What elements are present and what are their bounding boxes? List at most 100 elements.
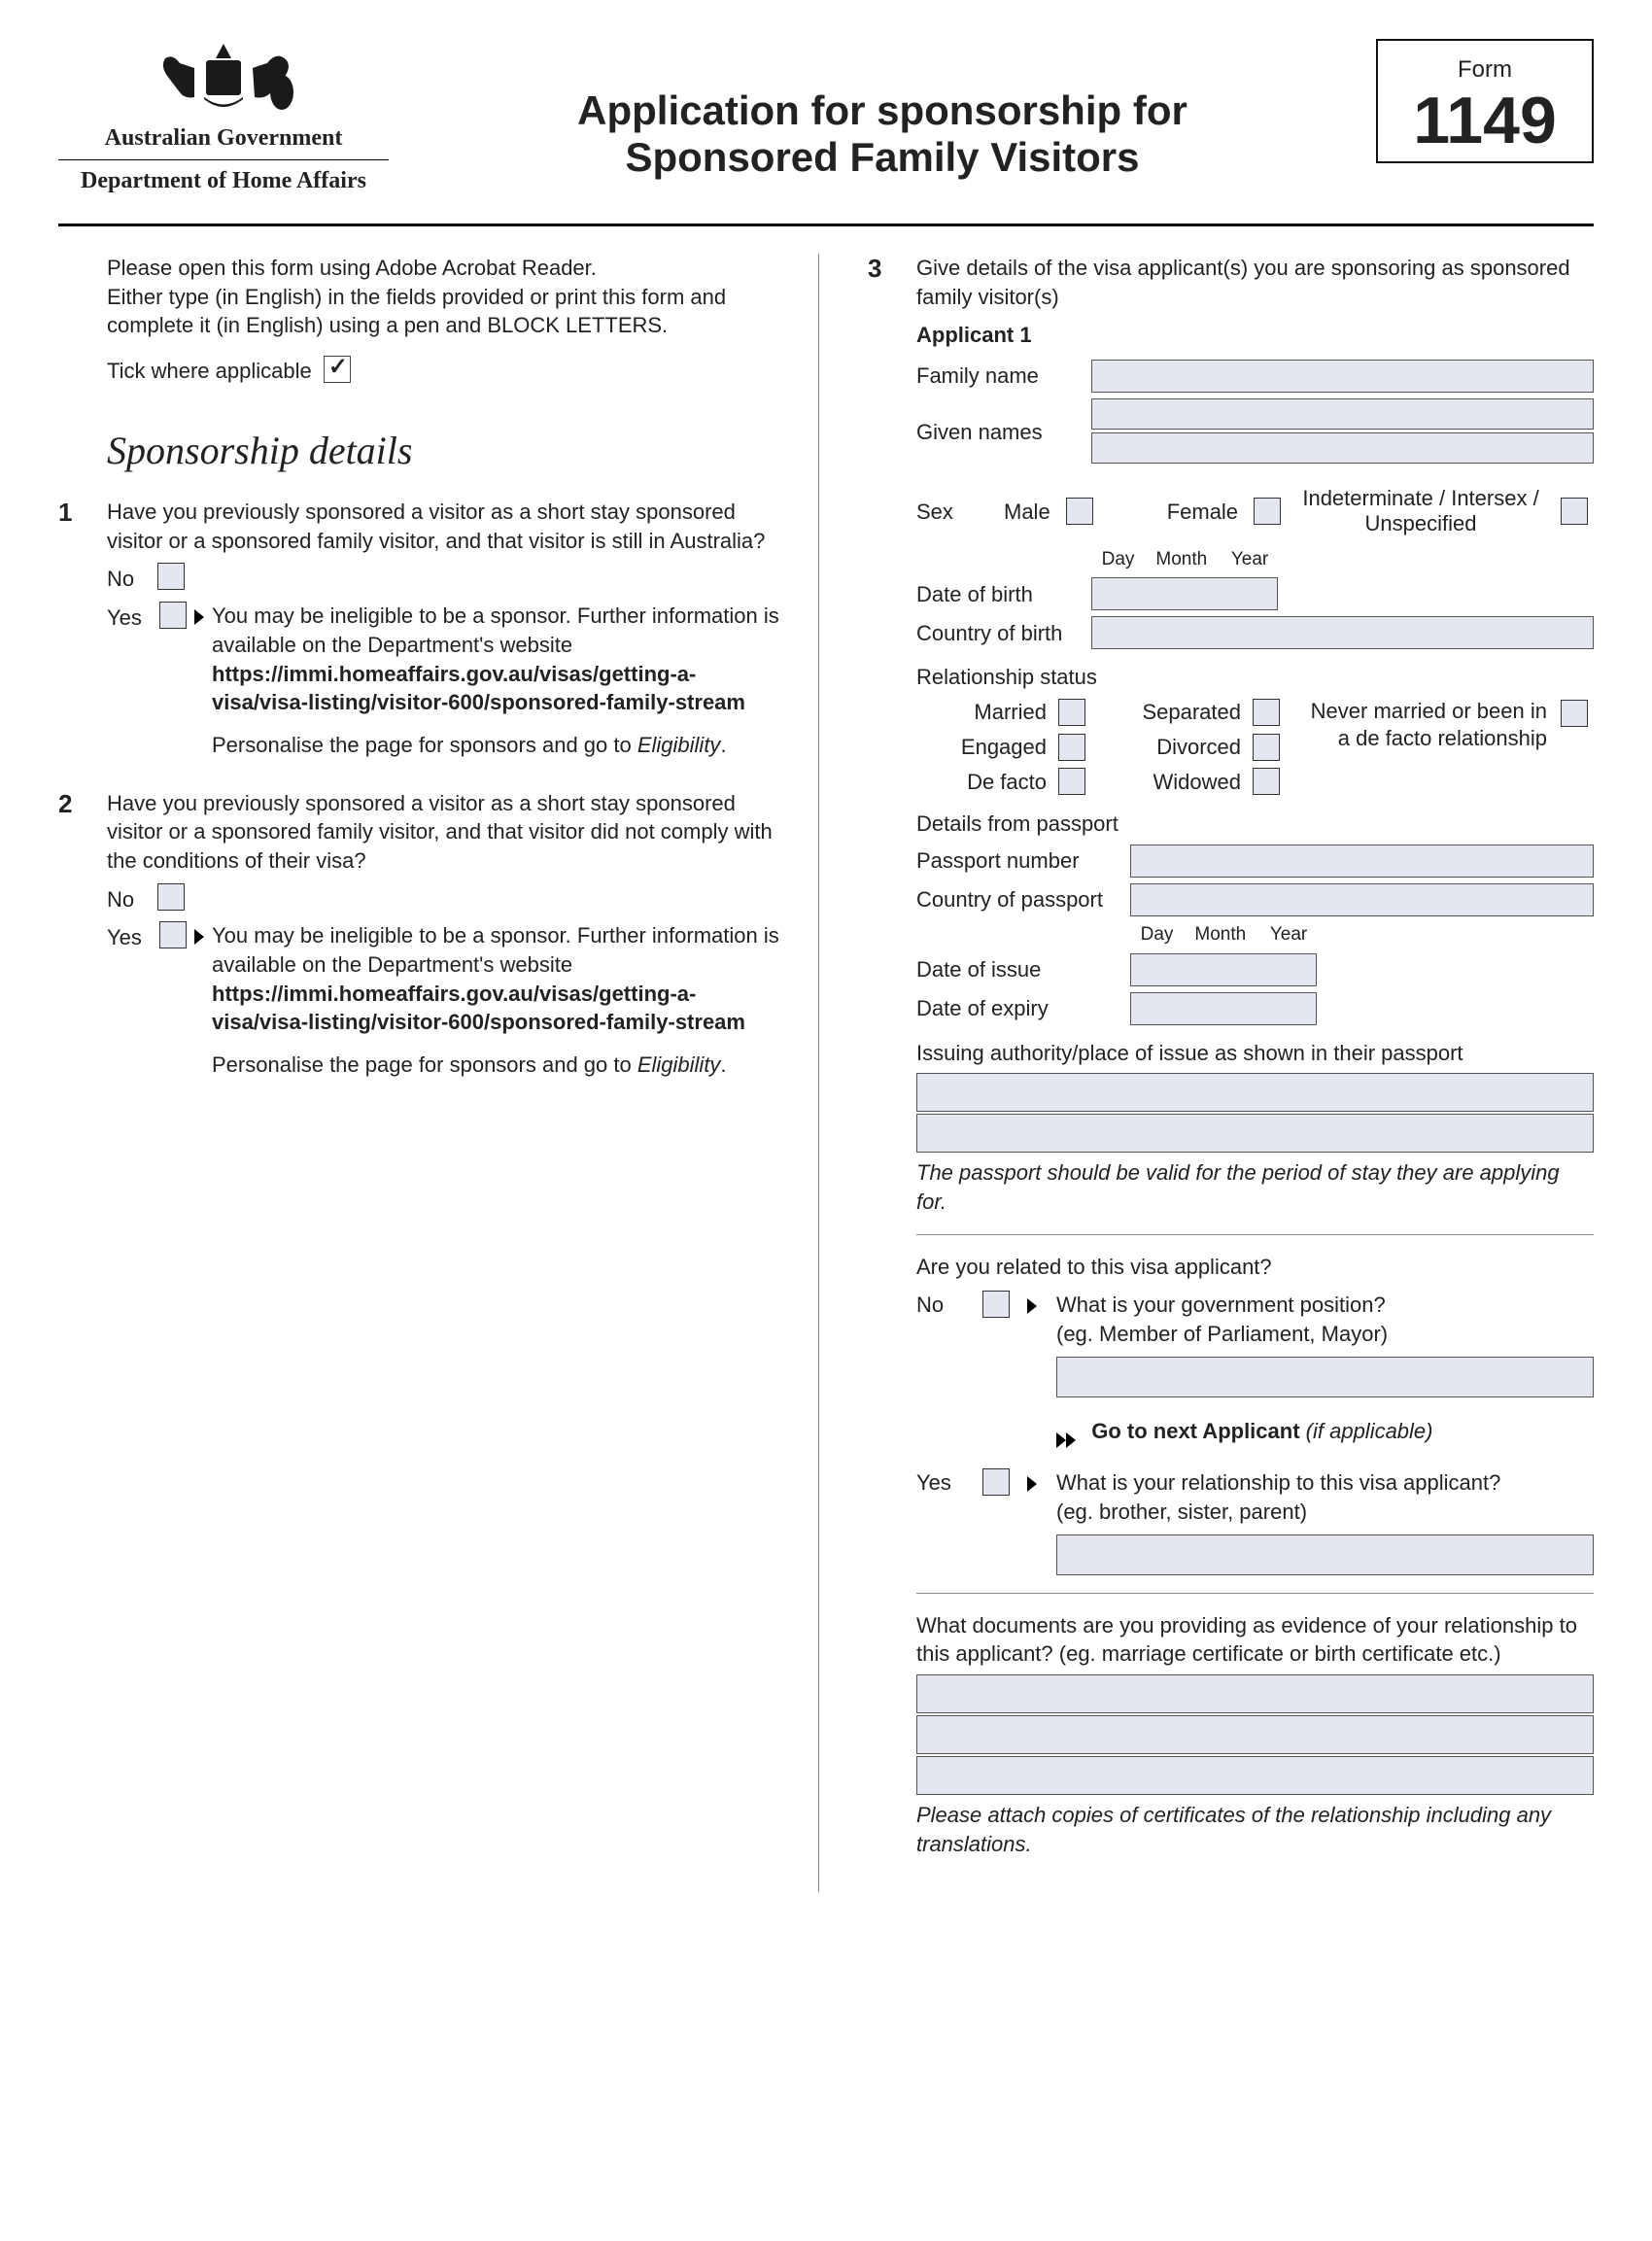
given-names-label: Given names — [916, 418, 1091, 447]
go-next-if: (if applicable) — [1306, 1419, 1433, 1443]
related-yes-label: Yes — [916, 1468, 965, 1498]
header: Australian Government Department of Home… — [58, 39, 1594, 194]
never-married-checkbox[interactable] — [1561, 700, 1588, 727]
docs-note: Please attach copies of certificates of … — [916, 1801, 1594, 1858]
relationship-input[interactable] — [1056, 1534, 1594, 1575]
doe-label: Date of expiry — [916, 994, 1130, 1023]
related-yes-checkbox[interactable] — [982, 1468, 1010, 1496]
q2-no-checkbox[interactable] — [157, 883, 185, 911]
tick-instruction: Tick where applicable — [107, 359, 312, 383]
related-question: Are you related to this visa applicant? — [916, 1253, 1594, 1282]
q2-link: https://immi.homeaffairs.gov.au/visas/ge… — [212, 982, 745, 1035]
q1-no-label: No — [107, 567, 134, 591]
intersex-checkbox[interactable] — [1561, 498, 1588, 525]
doi-input[interactable] — [1130, 953, 1317, 986]
q1-yes-detail: You may be ineligible to be a sponsor. F… — [212, 603, 779, 657]
widowed-checkbox[interactable] — [1253, 768, 1280, 795]
gov-position-eg: (eg. Member of Parliament, Mayor) — [1056, 1320, 1594, 1349]
arrow-icon — [1027, 1476, 1037, 1492]
dob-input[interactable] — [1091, 577, 1278, 610]
passport-number-input[interactable] — [1130, 845, 1594, 878]
q2-text: Have you previously sponsored a visitor … — [107, 789, 784, 876]
passport-number-label: Passport number — [916, 846, 1130, 876]
header-rule — [58, 224, 1594, 226]
engaged-label: Engaged — [961, 733, 1047, 762]
dob-label: Date of birth — [916, 580, 1091, 609]
given-names-input-1[interactable] — [1091, 398, 1594, 430]
tick-example-icon — [324, 356, 351, 383]
gov-name: Australian Government — [58, 125, 389, 152]
crest-icon — [126, 39, 321, 121]
female-checkbox[interactable] — [1254, 498, 1281, 525]
related-no-checkbox[interactable] — [982, 1291, 1010, 1318]
title-line2: Sponsored Family Visitors — [389, 134, 1376, 181]
q1-no-checkbox[interactable] — [157, 563, 185, 590]
passport-heading: Details from passport — [916, 810, 1594, 839]
relationship-eg: (eg. brother, sister, parent) — [1056, 1498, 1594, 1527]
defacto-label: De facto — [967, 768, 1047, 797]
cob-label: Country of birth — [916, 619, 1091, 648]
applicant-1-heading: Applicant 1 — [916, 321, 1594, 350]
question-1: 1 Have you previously sponsored a visito… — [58, 498, 784, 760]
form-number-box: Form 1149 — [1376, 39, 1594, 163]
title-line1: Application for sponsorship for — [389, 87, 1376, 134]
given-names-input-2[interactable] — [1091, 432, 1594, 464]
docs-question: What documents are you providing as evid… — [916, 1611, 1594, 1669]
cob-input[interactable] — [1091, 616, 1594, 649]
arrow-icon — [194, 929, 204, 945]
doi-label: Date of issue — [916, 955, 1130, 984]
divorced-checkbox[interactable] — [1253, 734, 1280, 761]
right-column: 3 Give details of the visa applicant(s) … — [868, 254, 1594, 1892]
separated-label: Separated — [1142, 698, 1241, 727]
q1-personalise-b: Eligibility — [637, 733, 721, 757]
q1-yes-checkbox[interactable] — [159, 602, 187, 629]
defacto-checkbox[interactable] — [1058, 768, 1085, 795]
engaged-checkbox[interactable] — [1058, 734, 1085, 761]
month-label: Month — [1150, 547, 1213, 572]
family-name-label: Family name — [916, 362, 1091, 391]
docs-input-1[interactable] — [916, 1674, 1594, 1713]
dept-name: Department of Home Affairs — [58, 159, 389, 194]
issuing-auth-input-1[interactable] — [916, 1073, 1594, 1112]
q2-personalise-b: Eligibility — [637, 1052, 721, 1077]
divorced-label: Divorced — [1156, 733, 1241, 762]
section-heading: Sponsorship details — [107, 428, 784, 473]
year-label: Year — [1219, 547, 1282, 572]
q2-personalise-c: . — [720, 1052, 726, 1077]
gov-position-input[interactable] — [1056, 1357, 1594, 1397]
docs-input-2[interactable] — [916, 1715, 1594, 1754]
form-label: Form — [1388, 56, 1582, 84]
separated-checkbox[interactable] — [1253, 699, 1280, 726]
family-name-input[interactable] — [1091, 360, 1594, 393]
female-label: Female — [1167, 498, 1238, 527]
male-checkbox[interactable] — [1066, 498, 1093, 525]
q1-link: https://immi.homeaffairs.gov.au/visas/ge… — [212, 662, 745, 715]
intro-1: Please open this form using Adobe Acroba… — [107, 254, 784, 283]
docs-input-3[interactable] — [916, 1756, 1594, 1795]
q2-yes-checkbox[interactable] — [159, 921, 187, 948]
related-no-label: No — [916, 1291, 965, 1320]
cop-label: Country of passport — [916, 885, 1130, 914]
q3-text: Give details of the visa applicant(s) yo… — [916, 254, 1594, 311]
q1-text: Have you previously sponsored a visitor … — [107, 498, 784, 555]
widowed-label: Widowed — [1153, 768, 1241, 797]
issuing-auth-label: Issuing authority/place of issue as show… — [916, 1039, 1594, 1068]
cop-input[interactable] — [1130, 883, 1594, 916]
month-label-2: Month — [1188, 922, 1252, 948]
never-married-label: Never married or been in a de facto rela… — [1305, 698, 1547, 751]
rel-status-label: Relationship status — [916, 663, 1594, 692]
sex-label: Sex — [916, 498, 994, 527]
title: Application for sponsorship for Sponsore… — [389, 39, 1376, 181]
doe-input[interactable] — [1130, 992, 1317, 1025]
q2-yes-detail: You may be ineligible to be a sponsor. F… — [212, 923, 779, 977]
married-checkbox[interactable] — [1058, 699, 1085, 726]
issuing-auth-input-2[interactable] — [916, 1114, 1594, 1153]
intro-2: Either type (in English) in the fields p… — [107, 283, 784, 340]
arrow-icon — [1027, 1298, 1037, 1314]
go-next-label: Go to next Applicant — [1091, 1419, 1305, 1443]
form-number: 1149 — [1388, 87, 1582, 154]
relationship-q: What is your relationship to this visa a… — [1056, 1468, 1594, 1498]
day-label: Day — [1091, 547, 1145, 572]
q2-no-label: No — [107, 887, 134, 912]
q2-number: 2 — [58, 789, 107, 1080]
